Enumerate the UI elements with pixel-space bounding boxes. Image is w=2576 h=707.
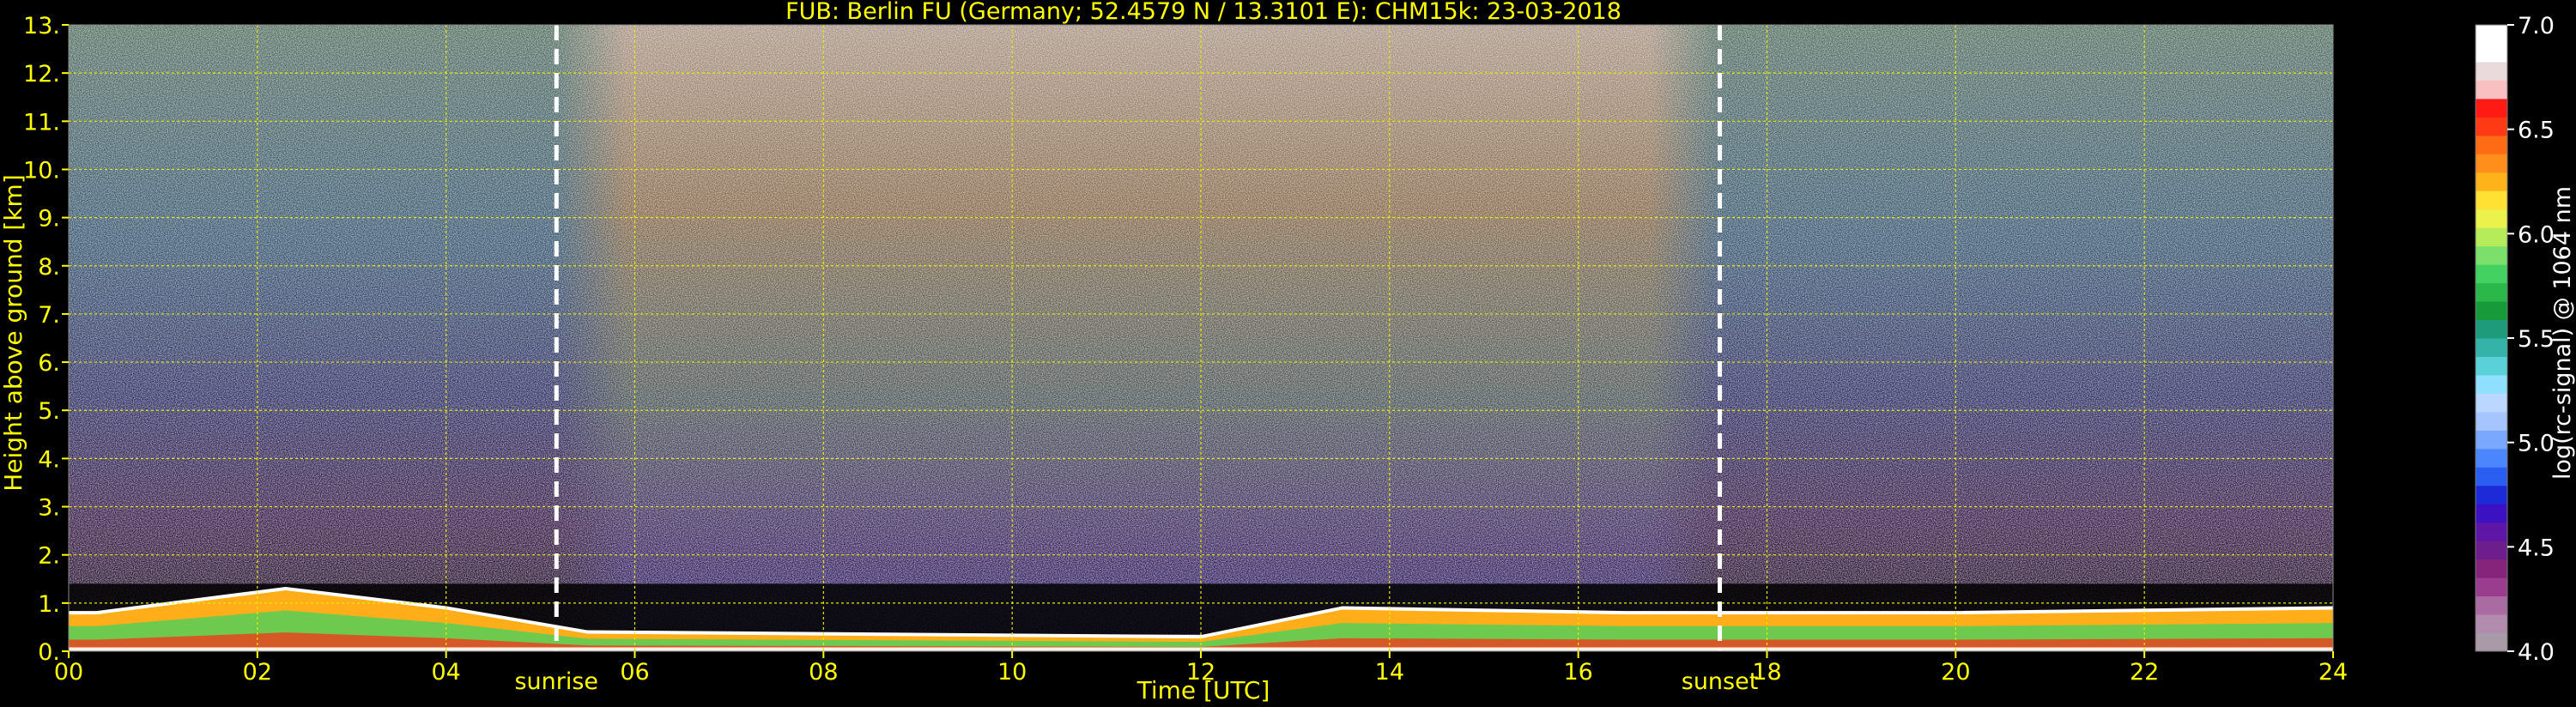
y-axis: 0.1.2.3.4.5.6.7.8.9.10.11.12.13. <box>23 13 69 666</box>
y-tick-label: 11. <box>23 109 60 136</box>
x-tick-label: 00 <box>54 659 83 686</box>
colorbar-swatch <box>2476 264 2507 284</box>
colorbar-swatch <box>2476 430 2507 450</box>
colorbar-swatch <box>2476 245 2507 265</box>
y-tick-label: 12. <box>23 61 60 88</box>
colorbar-label: log(rc-signal) @ 1064 nm <box>2549 186 2576 480</box>
colorbar-swatch <box>2476 393 2507 413</box>
y-tick-label: 8. <box>38 254 60 281</box>
colorbar-swatch <box>2476 595 2507 615</box>
x-tick-label: 10 <box>997 659 1027 686</box>
plot-area <box>69 25 2333 651</box>
colorbar-swatch <box>2476 154 2507 173</box>
x-tick-label: 22 <box>2130 659 2159 686</box>
colorbar-swatch <box>2476 80 2507 100</box>
colorbar-swatch <box>2476 135 2507 154</box>
y-tick-label: 3. <box>38 495 60 522</box>
colorbar-swatch <box>2476 467 2507 486</box>
y-tick-label: 9. <box>38 206 60 233</box>
colorbar-swatch <box>2476 319 2507 339</box>
colorbar-swatch <box>2476 522 2507 541</box>
y-tick-label: 6. <box>38 350 60 377</box>
colorbar-swatch <box>2476 485 2507 505</box>
colorbar-swatch <box>2476 172 2507 191</box>
x-axis-label: Time [UTC] <box>1136 676 1270 704</box>
x-tick-label: 14 <box>1375 659 1404 686</box>
colorbar-ticks: 4.04.55.05.56.06.57.0 <box>2507 13 2555 666</box>
colorbar-swatch <box>2476 43 2507 63</box>
colorbar-swatch <box>2476 559 2507 578</box>
colorbar-swatch <box>2476 614 2507 634</box>
colorbar-swatch <box>2476 504 2507 523</box>
x-tick-label: 24 <box>2318 659 2348 686</box>
x-tick-label: 16 <box>1563 659 1592 686</box>
colorbar-swatch <box>2476 282 2507 302</box>
sunset-label: sunset <box>1682 668 1759 695</box>
colorbar-swatch <box>2476 117 2507 136</box>
sunrise-label: sunrise <box>514 668 598 695</box>
colorbar-swatch <box>2476 25 2507 44</box>
y-tick-label: 7. <box>38 302 60 329</box>
y-tick-label: 10. <box>23 157 60 184</box>
colorbar-swatch <box>2476 356 2507 376</box>
colorbar-swatch <box>2476 448 2507 468</box>
x-tick-label: 06 <box>620 659 649 686</box>
y-tick-label: 4. <box>38 446 60 473</box>
colorbar-tick-label: 4.5 <box>2518 535 2555 561</box>
colorbar-tick-label: 7.0 <box>2518 13 2555 39</box>
colorbar-swatch <box>2476 301 2507 321</box>
y-tick-label: 2. <box>38 543 60 570</box>
colorbar-swatch <box>2476 190 2507 210</box>
colorbar-swatch <box>2476 227 2507 247</box>
y-axis-label: Height above ground [km] <box>0 174 27 492</box>
colorbar-swatch <box>2476 374 2507 394</box>
x-tick-label: 08 <box>809 659 838 686</box>
x-tick-label: 02 <box>243 659 272 686</box>
y-tick-label: 5. <box>38 398 60 425</box>
colorbar-swatch <box>2476 61 2507 81</box>
colorbar-swatch <box>2476 632 2507 652</box>
colorbar-swatch <box>2476 577 2507 597</box>
colorbar <box>2475 24 2508 652</box>
colorbar-swatch <box>2476 208 2507 228</box>
x-tick-label: 04 <box>431 659 460 686</box>
y-tick-label: 13. <box>23 13 60 39</box>
colorbar-swatch <box>2476 411 2507 431</box>
colorbar-tick-label: 6.5 <box>2518 118 2555 144</box>
chart-title: FUB: Berlin FU (Germany; 52.4579 N / 13.… <box>785 0 1621 25</box>
colorbar-swatch <box>2476 541 2507 560</box>
chart: FUB: Berlin FU (Germany; 52.4579 N / 13.… <box>0 0 2576 704</box>
x-tick-label: 20 <box>1941 659 1970 686</box>
colorbar-tick-label: 4.0 <box>2518 639 2555 666</box>
colorbar-swatch <box>2476 98 2507 118</box>
colorbar-swatch <box>2476 338 2507 357</box>
y-tick-label: 1. <box>38 591 60 618</box>
